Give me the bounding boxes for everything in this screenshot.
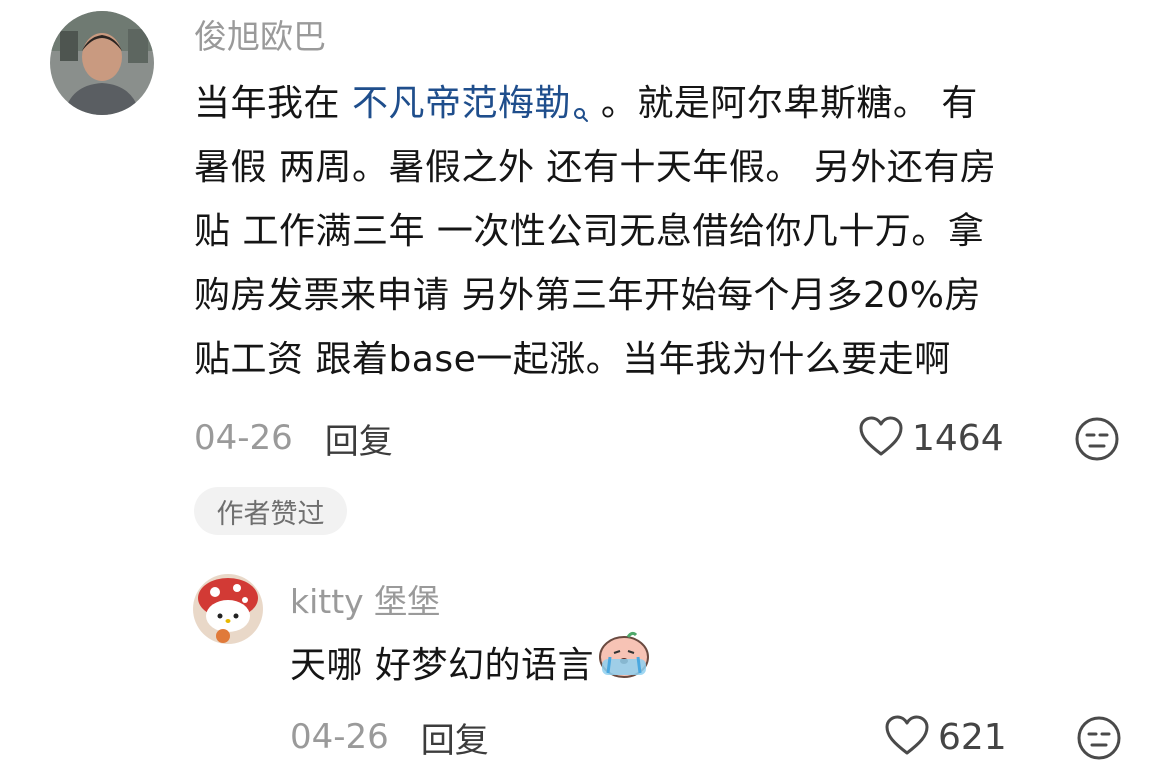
- commenter-username[interactable]: 俊旭欧巴: [194, 17, 326, 57]
- reply-button[interactable]: 回复: [325, 414, 393, 463]
- unamused-face-icon: [1077, 716, 1121, 760]
- dislike-button[interactable]: [1076, 715, 1122, 761]
- reply-meta: 04-26 回复: [290, 713, 489, 762]
- comment-text-segment: 当年我在: [194, 83, 352, 124]
- reply-button[interactable]: 回复: [421, 713, 489, 762]
- crying-sticker-emoji: [596, 629, 652, 700]
- commenter-avatar[interactable]: [50, 11, 154, 115]
- reply-text: 天哪 好梦幻的语言: [290, 631, 652, 698]
- like-button[interactable]: 621: [884, 714, 1007, 760]
- heart-outline-icon: [884, 714, 930, 760]
- reply-date: 04-26: [290, 717, 389, 757]
- heart-outline-icon: [858, 415, 904, 461]
- comment-line: 贴 工作满三年 一次性公司无息借给你几十万。拿: [194, 211, 985, 252]
- comment-date: 04-26: [194, 418, 293, 458]
- comment-line: 贴工资 跟着base一起涨。当年我为什么要走啊: [194, 339, 951, 380]
- unamused-face-icon: [1075, 417, 1119, 461]
- comment-meta: 04-26 回复: [194, 414, 393, 463]
- comment-line: 暑假 两周。暑假之外 还有十天年假。 另外还有房: [194, 147, 997, 188]
- author-liked-badge: 作者赞过: [194, 487, 347, 535]
- comment-text-segment: 。就是阿尔卑斯糖。 有: [588, 83, 978, 124]
- comment-text: 当年我在 不凡帝范梅勒 。就是阿尔卑斯糖。 有 暑假 两周。暑假之外 还有十天年…: [194, 72, 996, 392]
- reply-text-segment: 天哪 好梦幻的语言: [290, 645, 594, 686]
- avatar-image: [193, 574, 263, 644]
- comment-line: 购房发票来申请 另外第三年开始每个月多20%房: [194, 275, 981, 316]
- dislike-button[interactable]: [1074, 416, 1120, 462]
- like-button[interactable]: 1464: [858, 415, 1004, 461]
- reply-line: 天哪 好梦幻的语言: [290, 631, 652, 698]
- like-count: 621: [938, 716, 1007, 758]
- search-magnifier-icon[interactable]: [573, 80, 589, 144]
- avatar-image: [50, 11, 154, 115]
- replier-avatar[interactable]: [193, 574, 263, 644]
- like-count: 1464: [912, 417, 1004, 459]
- replier-username[interactable]: kitty 堡堡: [290, 582, 440, 622]
- comment-line: 当年我在 不凡帝范梅勒 。就是阿尔卑斯糖。 有: [194, 72, 996, 136]
- search-keyword-link[interactable]: 不凡帝范梅勒: [352, 83, 571, 124]
